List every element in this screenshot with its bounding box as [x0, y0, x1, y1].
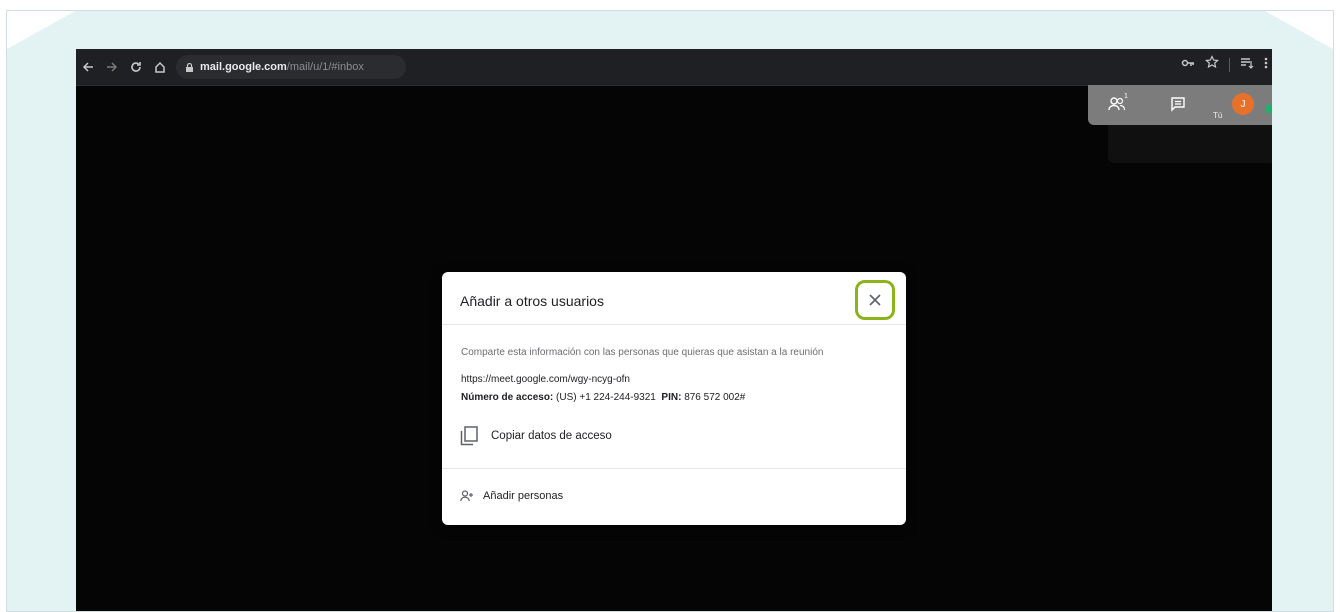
add-people-dialog: Añadir a otros usuarios Comparte esta in… — [442, 272, 906, 525]
meet-panel-shadow — [1108, 125, 1272, 163]
meeting-link[interactable]: https://meet.google.com/wgy-ncyg-ofn — [461, 374, 630, 385]
close-button[interactable] — [855, 280, 895, 320]
browser-toolbar: mail.google.com/mail/u/1/#inbox — [76, 49, 1272, 86]
frame-corner-right — [1265, 11, 1333, 49]
self-label: Tú — [1213, 111, 1223, 120]
chat-icon[interactable] — [1170, 96, 1186, 117]
copy-icon — [460, 426, 478, 446]
key-icon[interactable] — [1181, 56, 1195, 74]
dialog-description: Comparte esta información con las person… — [461, 347, 824, 358]
pin-value: 876 572 002# — [684, 392, 746, 403]
star-icon[interactable] — [1204, 55, 1220, 74]
slide-frame: mail.google.com/mail/u/1/#inbox 1 Tú J A… — [6, 10, 1334, 612]
lock-icon — [186, 62, 193, 72]
participant-count: 1 — [1124, 93, 1128, 100]
meet-top-panel: 1 Tú J — [1088, 85, 1272, 125]
url-host: mail.google.com — [200, 61, 287, 73]
menu-dots-icon[interactable] — [1264, 56, 1268, 74]
back-arrow-icon[interactable] — [76, 55, 100, 79]
add-people-label: Añadir personas — [483, 490, 564, 502]
forward-arrow-icon[interactable] — [100, 55, 124, 79]
avatar[interactable]: J — [1232, 93, 1254, 115]
url-path: /mail/u/1/#inbox — [286, 61, 364, 73]
copy-access-label: Copiar datos de acceso — [491, 430, 612, 442]
dialog-divider-top — [442, 324, 906, 325]
close-icon — [869, 294, 881, 306]
dialog-title: Añadir a otros usuarios — [460, 293, 604, 309]
add-people-button[interactable]: Añadir personas — [460, 490, 563, 502]
access-info: Número de acceso: (US) +1 224-244-9321 P… — [461, 392, 745, 403]
playlist-icon[interactable] — [1240, 56, 1254, 74]
access-number: (US) +1 224-244-9321 — [556, 392, 656, 403]
toolbar-right — [1181, 55, 1268, 74]
frame-corner-left — [7, 11, 75, 49]
pin-label: PIN: — [661, 392, 682, 403]
add-person-icon — [460, 490, 473, 502]
address-bar[interactable]: mail.google.com/mail/u/1/#inbox — [176, 55, 406, 79]
mic-indicator — [1265, 105, 1271, 113]
dialog-divider-bottom — [442, 468, 906, 469]
home-icon[interactable] — [148, 55, 172, 79]
copy-access-button[interactable]: Copiar datos de acceso — [460, 426, 612, 446]
browser-window: mail.google.com/mail/u/1/#inbox 1 Tú J A… — [76, 49, 1272, 611]
access-label: Número de acceso: — [461, 392, 554, 403]
reload-icon[interactable] — [124, 55, 148, 79]
toolbar-separator — [1229, 57, 1230, 72]
